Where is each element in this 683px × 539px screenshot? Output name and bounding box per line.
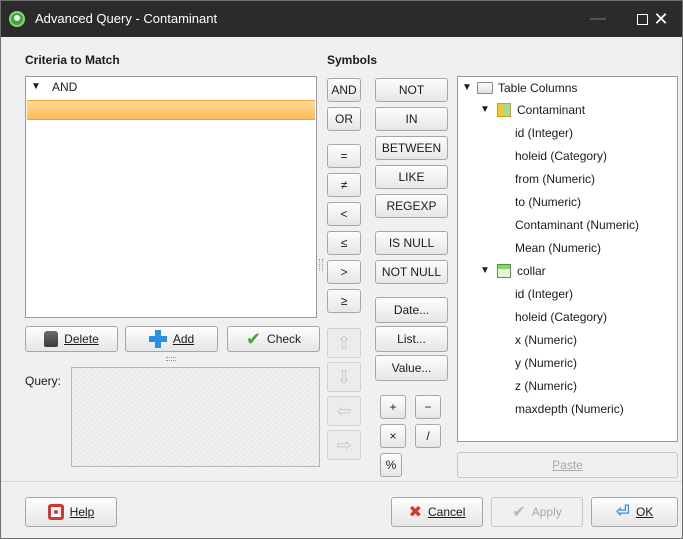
symbols-label: Symbols bbox=[327, 53, 378, 67]
help-button[interactable]: Help bbox=[25, 497, 117, 527]
symbol-in-button[interactable]: IN bbox=[375, 107, 448, 131]
splitter-handle-vertical[interactable] bbox=[319, 259, 323, 271]
symbol-plus-button[interactable]: + bbox=[380, 395, 406, 419]
symbol-is-null-button[interactable]: IS NULL bbox=[375, 231, 448, 255]
apply-icon: ✔ bbox=[512, 504, 526, 521]
symbol-multiply-button[interactable]: × bbox=[380, 424, 406, 448]
expand-triangle-icon[interactable]: ▼ bbox=[31, 81, 41, 92]
folder-icon bbox=[477, 82, 493, 94]
apply-button-label: Apply bbox=[531, 505, 562, 519]
ok-button[interactable]: ⏎ OK bbox=[591, 497, 678, 527]
lifebuoy-icon bbox=[47, 504, 64, 520]
tree-table-contaminant[interactable]: Contaminant bbox=[517, 103, 585, 117]
symbol-minus-button[interactable]: − bbox=[415, 395, 441, 419]
move-down-button[interactable]: ⇩ bbox=[327, 362, 361, 392]
tree-column[interactable]: y (Numeric) bbox=[515, 356, 577, 370]
symbol-greater-equal-button[interactable]: ≥ bbox=[327, 289, 361, 313]
criteria-tree[interactable]: ▼ AND bbox=[25, 76, 317, 318]
symbol-divide-button[interactable]: / bbox=[415, 424, 441, 448]
trash-icon bbox=[44, 331, 59, 347]
check-button[interactable]: ✔ Check bbox=[227, 326, 320, 352]
tree-column[interactable]: z (Numeric) bbox=[515, 379, 577, 393]
criteria-row-label: AND bbox=[52, 80, 78, 94]
cancel-button[interactable]: ✖ Cancel bbox=[391, 497, 483, 527]
symbol-greater-than-button[interactable]: > bbox=[327, 260, 361, 284]
tree-column[interactable]: holeid (Category) bbox=[515, 310, 607, 324]
query-text-area[interactable] bbox=[71, 367, 320, 467]
paste-button-label: Paste bbox=[552, 458, 583, 472]
add-button[interactable]: Add bbox=[125, 326, 218, 352]
symbol-not-button[interactable]: NOT bbox=[375, 78, 448, 102]
minimize-button[interactable]: — bbox=[575, 1, 621, 37]
window-title: Advanced Query - Contaminant bbox=[35, 11, 218, 26]
arrow-up-icon: ⇧ bbox=[336, 332, 352, 353]
query-label: Query: bbox=[25, 374, 62, 388]
table-columns-tree[interactable]: ▼ Table Columns ▼ Contaminant id (Intege… bbox=[457, 76, 678, 442]
tree-column[interactable]: maxdepth (Numeric) bbox=[515, 402, 624, 416]
close-button[interactable]: ✕ bbox=[641, 1, 681, 37]
tree-column[interactable]: from (Numeric) bbox=[515, 172, 595, 186]
add-button-label: Add bbox=[172, 332, 195, 346]
move-right-button[interactable]: ⇨ bbox=[327, 430, 361, 460]
check-button-label: Check bbox=[267, 332, 302, 346]
arrow-down-icon: ⇩ bbox=[336, 366, 352, 387]
symbol-less-equal-button[interactable]: ≤ bbox=[327, 231, 361, 255]
symbol-and-button[interactable]: AND bbox=[327, 78, 361, 102]
footer-divider bbox=[1, 481, 682, 482]
symbol-not-equals-button[interactable]: ≠ bbox=[327, 173, 361, 197]
apply-button[interactable]: ✔ Apply bbox=[491, 497, 583, 527]
symbol-between-button[interactable]: BETWEEN bbox=[375, 136, 448, 160]
splitter-handle[interactable] bbox=[166, 357, 176, 361]
criteria-row-and[interactable]: ▼ AND bbox=[27, 78, 315, 97]
criteria-label: Criteria to Match bbox=[25, 53, 120, 67]
date-button[interactable]: Date... bbox=[375, 297, 448, 323]
delete-button[interactable]: Delete bbox=[25, 326, 118, 352]
symbol-or-button[interactable]: OR bbox=[327, 107, 361, 131]
symbol-equals-button[interactable]: = bbox=[327, 144, 361, 168]
expand-triangle-icon[interactable]: ▼ bbox=[480, 104, 490, 115]
move-left-button[interactable]: ⇦ bbox=[327, 396, 361, 426]
ok-button-label: OK bbox=[635, 505, 654, 519]
plus-icon bbox=[148, 330, 167, 348]
tree-column[interactable]: Contaminant (Numeric) bbox=[515, 218, 639, 232]
expand-triangle-icon[interactable]: ▼ bbox=[462, 82, 472, 93]
symbol-less-than-button[interactable]: < bbox=[327, 202, 361, 226]
value-button[interactable]: Value... bbox=[375, 355, 448, 381]
symbol-not-null-button[interactable]: NOT NULL bbox=[375, 260, 448, 284]
table-icon bbox=[497, 264, 511, 278]
tree-column[interactable]: Mean (Numeric) bbox=[515, 241, 601, 255]
arrow-right-icon: ⇨ bbox=[336, 434, 352, 455]
paste-button[interactable]: Paste bbox=[457, 452, 678, 478]
symbol-like-button[interactable]: LIKE bbox=[375, 165, 448, 189]
tree-table-collar[interactable]: collar bbox=[517, 264, 546, 278]
table-icon bbox=[497, 103, 511, 117]
expand-triangle-icon[interactable]: ▼ bbox=[480, 265, 490, 276]
help-button-label: Help bbox=[69, 505, 95, 519]
cancel-icon: ✖ bbox=[408, 504, 423, 521]
advanced-query-dialog: Advanced Query - Contaminant — ✕ Criteri… bbox=[0, 0, 683, 539]
ok-icon: ⏎ bbox=[615, 502, 630, 521]
criteria-row-selected[interactable] bbox=[27, 100, 315, 120]
check-icon: ✔ bbox=[245, 329, 262, 349]
tree-column[interactable]: id (Integer) bbox=[515, 287, 573, 301]
symbol-percent-button[interactable]: % bbox=[380, 453, 402, 477]
app-icon bbox=[9, 11, 25, 27]
delete-button-label: Delete bbox=[64, 332, 99, 346]
tree-column[interactable]: holeid (Category) bbox=[515, 149, 607, 163]
cancel-button-label: Cancel bbox=[428, 505, 466, 519]
tree-root[interactable]: Table Columns bbox=[498, 81, 577, 95]
list-button[interactable]: List... bbox=[375, 326, 448, 352]
tree-column[interactable]: id (Integer) bbox=[515, 126, 573, 140]
move-up-button[interactable]: ⇧ bbox=[327, 328, 361, 358]
tree-column[interactable]: to (Numeric) bbox=[515, 195, 581, 209]
symbol-regexp-button[interactable]: REGEXP bbox=[375, 194, 448, 218]
title-bar: Advanced Query - Contaminant — ✕ bbox=[1, 1, 682, 37]
arrow-left-icon: ⇦ bbox=[336, 400, 352, 421]
tree-column[interactable]: x (Numeric) bbox=[515, 333, 577, 347]
